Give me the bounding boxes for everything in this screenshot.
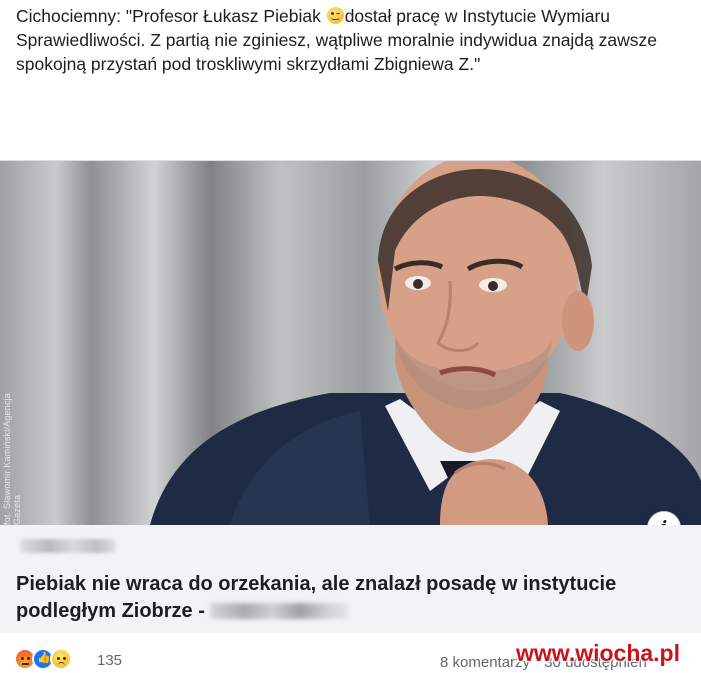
link-preview-card[interactable]: fot. Sławomir Kamiński/Agencja Gazeta i …	[0, 160, 701, 633]
site-watermark: www.wiocha.pl	[516, 640, 680, 666]
link-card-body[interactable]: Piebiak nie wraca do orzekania, ale znal…	[0, 525, 701, 633]
reaction-icons[interactable]	[14, 648, 94, 670]
article-photo[interactable]: fot. Sławomir Kamiński/Agencja Gazeta	[0, 161, 701, 525]
blurred-source	[210, 603, 349, 619]
blurred-domain	[20, 539, 116, 553]
wink-emoji-icon	[326, 7, 344, 24]
post-text: Cichociemny: "Profesor Łukasz Piebiak do…	[16, 4, 686, 76]
sad-reaction-icon	[50, 648, 72, 670]
reaction-count[interactable]: 135	[97, 652, 122, 669]
photo-credit: fot. Sławomir Kamiński/Agencja Gazeta	[2, 392, 22, 525]
post-text-part-1: Cichociemny: "Profesor Łukasz Piebiak	[16, 6, 326, 26]
link-headline[interactable]: Piebiak nie wraca do orzekania, ale znal…	[16, 571, 636, 625]
photo-illustration	[150, 161, 701, 525]
